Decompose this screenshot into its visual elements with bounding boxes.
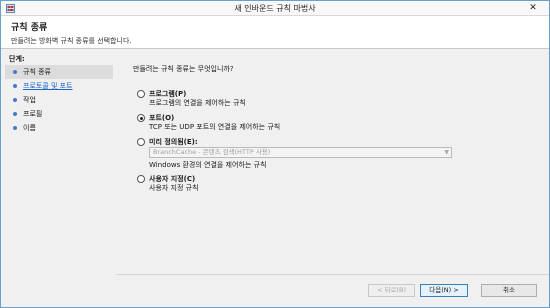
- chevron-down-icon[interactable]: ▼: [444, 148, 449, 157]
- page-description: 만들려는 방화벽 규칙 종류를 선택합니다.: [11, 37, 132, 45]
- step-label: 이름: [23, 124, 36, 132]
- title-bar: 새 인바운드 규칙 마법사 ✕: [1, 1, 549, 16]
- close-icon[interactable]: ✕: [521, 2, 545, 14]
- predefined-select-value: BranchCache - 콘텐츠 검색(HTTP 사용): [153, 148, 271, 156]
- step-label[interactable]: 프로토콜 및 포트: [23, 82, 73, 90]
- steps-label: 단계:: [9, 55, 25, 63]
- port-description: TCP 또는 UDP 포트의 연결을 제어하는 규칙: [149, 123, 281, 131]
- next-button[interactable]: 다음(N) >: [420, 284, 468, 297]
- step-name: 이름: [5, 121, 113, 135]
- step-protocol-and-ports[interactable]: 프로토콜 및 포트: [5, 79, 113, 93]
- step-action: 작업: [5, 93, 113, 107]
- step-label: 작업: [23, 96, 36, 104]
- predefined-description: Windows 환경의 연결을 제어하는 규칙: [149, 161, 267, 169]
- step-bullet-icon: [13, 126, 17, 130]
- wizard-window: 새 인바운드 규칙 마법사 ✕ 규칙 종류 만들려는 방화벽 규칙 종류를 선택…: [0, 0, 550, 308]
- predefined-rule-select[interactable]: BranchCache - 콘텐츠 검색(HTTP 사용) ▼: [149, 147, 452, 158]
- program-description: 프로그램의 연결을 제어하는 규칙: [149, 99, 246, 107]
- footer-divider: [116, 274, 549, 275]
- program-radio[interactable]: [137, 90, 145, 98]
- window-title: 새 인바운드 규칙 마법사: [234, 4, 316, 13]
- custom-description: 사용자 지정 규칙: [149, 184, 199, 192]
- back-button[interactable]: < 뒤로(B): [368, 284, 415, 297]
- steps-sidebar: 단계: 규칙 종류 프로토콜 및 포트 작업 프로필 이름: [1, 50, 116, 307]
- step-rule-type: 규칙 종류: [5, 65, 113, 79]
- custom-radio[interactable]: [137, 175, 145, 183]
- wizard-header: 규칙 종류 만들려는 방화벽 규칙 종류를 선택합니다.: [1, 16, 549, 49]
- main-content: 만들려는 규칙 종류는 무엇입니까? 프로그램(P) 프로그램의 연결을 제어하…: [116, 50, 549, 274]
- step-label: 규칙 종류: [23, 68, 51, 76]
- step-bullet-icon: [13, 112, 17, 116]
- steps-list: 규칙 종류 프로토콜 및 포트 작업 프로필 이름: [5, 65, 113, 135]
- step-bullet-icon: [13, 70, 17, 74]
- predefined-radio[interactable]: [137, 138, 145, 146]
- predefined-label[interactable]: 미리 정의됨(E):: [149, 137, 198, 147]
- rule-type-question: 만들려는 규칙 종류는 무엇입니까?: [133, 65, 234, 73]
- port-radio[interactable]: [137, 114, 145, 122]
- page-title: 규칙 종류: [11, 23, 48, 33]
- step-bullet-icon: [13, 84, 17, 88]
- cancel-button[interactable]: 취소: [481, 284, 537, 297]
- step-label: 프로필: [23, 110, 43, 118]
- step-profile: 프로필: [5, 107, 113, 121]
- step-bullet-icon: [13, 98, 17, 102]
